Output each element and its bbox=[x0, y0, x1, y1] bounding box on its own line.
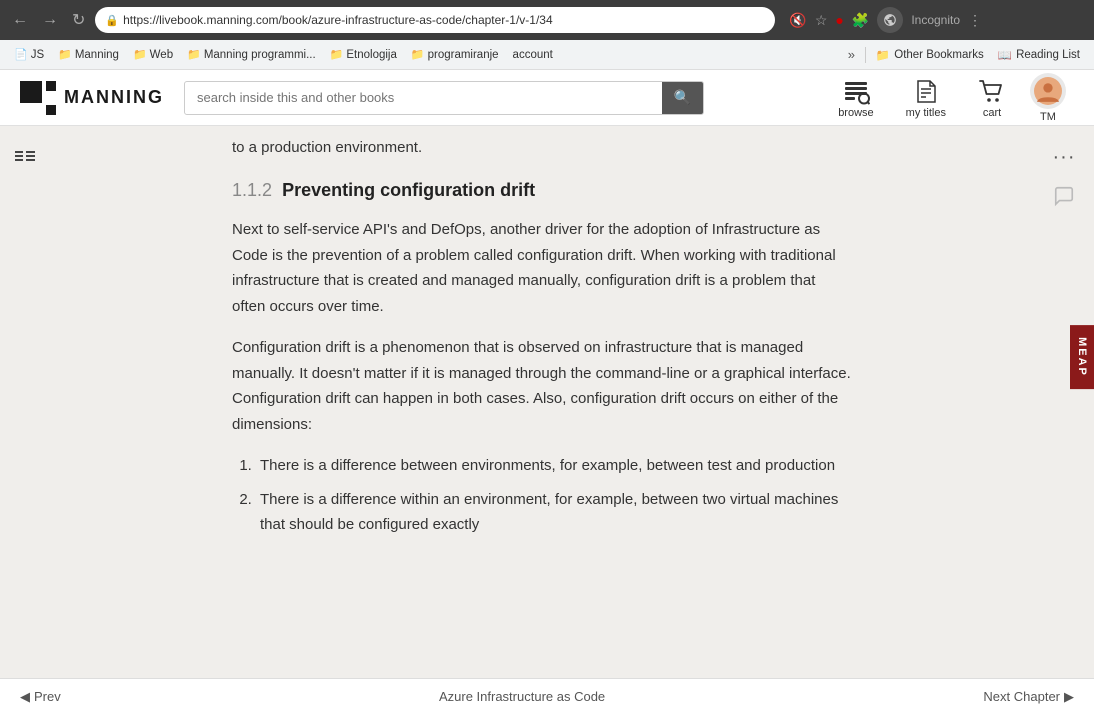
page-layout: to a production environment. 1.1.2 Preve… bbox=[0, 126, 1094, 714]
paragraph2: Configuration drift is a phenomenon that… bbox=[232, 335, 852, 437]
intro-paragraph: to a production environment. bbox=[232, 136, 852, 160]
profile-avatar[interactable] bbox=[877, 7, 903, 33]
prev-button[interactable]: ◀ Prev bbox=[20, 689, 61, 705]
bookmark-web[interactable]: 📁 Web bbox=[127, 45, 179, 64]
web-bookmark-icon: 📁 bbox=[133, 48, 147, 61]
logo-sq-small1 bbox=[46, 81, 56, 91]
bookmarks-bar: 📄 JS 📁 Manning 📁 Web 📁 Manning programmi… bbox=[0, 40, 1094, 70]
bookmark-account-label: account bbox=[513, 49, 553, 61]
prev-label: Prev bbox=[34, 689, 61, 704]
bookmark-manning-programmi[interactable]: 📁 Manning programmi... bbox=[181, 45, 322, 64]
bookmark-etnologija-label: Etnologija bbox=[346, 49, 397, 61]
mute-icon[interactable]: 🔇 bbox=[789, 12, 806, 29]
browser-chrome: ← → ↻ 🔒 https://livebook.manning.com/boo… bbox=[0, 0, 1094, 40]
list-item-2: There is a difference within an environm… bbox=[256, 487, 852, 538]
profile-label: TM bbox=[1040, 111, 1056, 123]
list: There is a difference between environmen… bbox=[256, 453, 852, 538]
search-input[interactable] bbox=[185, 90, 662, 105]
next-label: Next Chapter bbox=[983, 689, 1060, 704]
bookmark-programiranje[interactable]: 📁 programiranje bbox=[405, 45, 505, 64]
etnologija-icon: 📁 bbox=[330, 48, 344, 61]
other-bookmarks-icon: 📁 bbox=[876, 48, 890, 62]
cart-nav-item[interactable]: cart bbox=[962, 77, 1022, 119]
bookmarks-divider bbox=[865, 47, 866, 63]
search-bar: 🔍 bbox=[184, 81, 704, 115]
bookmark-star-icon[interactable]: ☆ bbox=[815, 12, 828, 29]
bookmark-manning-label: Manning bbox=[75, 49, 119, 61]
main-content: to a production environment. 1.1.2 Preve… bbox=[50, 126, 1034, 714]
cart-icon bbox=[978, 77, 1006, 105]
manning-nav: MANNING 🔍 browse bbox=[0, 70, 1094, 126]
bookmarks-more-button[interactable]: » bbox=[842, 44, 861, 65]
search-button[interactable]: 🔍 bbox=[662, 82, 703, 114]
manning-bookmark-icon: 📁 bbox=[58, 48, 72, 61]
section-heading: 1.1.2 Preventing configuration drift bbox=[232, 180, 852, 201]
section-title: Preventing configuration drift bbox=[282, 180, 535, 200]
bookmark-web-label: Web bbox=[150, 49, 173, 61]
my-titles-label: my titles bbox=[906, 107, 946, 119]
back-button[interactable]: ← bbox=[8, 7, 32, 33]
manning-prog-icon: 📁 bbox=[187, 48, 201, 61]
address-bar[interactable]: 🔒 https://livebook.manning.com/book/azur… bbox=[95, 7, 775, 33]
content-area: to a production environment. 1.1.2 Preve… bbox=[232, 126, 852, 714]
url-text: https://livebook.manning.com/book/azure-… bbox=[123, 13, 553, 27]
browser-actions: 🔇 ☆ ● 🧩 Incognito ⋮ bbox=[789, 7, 982, 33]
extension-icon1[interactable]: ● bbox=[835, 12, 843, 28]
profile-nav-item[interactable]: TM bbox=[1022, 73, 1074, 123]
reading-list[interactable]: 📖 Reading List bbox=[992, 45, 1086, 65]
incognito-label: Incognito bbox=[911, 13, 960, 27]
forward-button[interactable]: → bbox=[38, 7, 62, 33]
bookmark-js[interactable]: 📄 JS bbox=[8, 45, 50, 64]
prev-arrow-icon: ◀ bbox=[20, 689, 30, 705]
bottom-bar: ◀ Prev Azure Infrastructure as Code Next… bbox=[0, 678, 1094, 714]
bookmark-js-label: JS bbox=[31, 49, 44, 61]
programiranje-icon: 📁 bbox=[411, 48, 425, 61]
comment-button[interactable] bbox=[1053, 185, 1075, 213]
refresh-button[interactable]: ↻ bbox=[68, 6, 89, 34]
next-chapter-button[interactable]: Next Chapter ▶ bbox=[983, 689, 1074, 705]
next-arrow-icon: ▶ bbox=[1064, 689, 1074, 705]
book-title: Azure Infrastructure as Code bbox=[439, 689, 605, 704]
browse-icon bbox=[842, 77, 870, 105]
reading-list-icon: 📖 bbox=[998, 48, 1012, 62]
bookmark-programiranje-label: programiranje bbox=[428, 49, 499, 61]
other-bookmarks[interactable]: 📁 Other Bookmarks bbox=[870, 45, 990, 65]
extension-icon2[interactable]: 🧩 bbox=[852, 12, 869, 29]
browse-nav-item[interactable]: browse bbox=[822, 77, 889, 119]
browse-label: browse bbox=[838, 107, 873, 119]
lock-icon: 🔒 bbox=[105, 14, 119, 27]
nav-icons: browse my titles cart bbox=[822, 73, 1074, 123]
user-avatar bbox=[1030, 73, 1066, 109]
toc-toggle-button[interactable] bbox=[13, 146, 37, 175]
cart-label: cart bbox=[983, 107, 1001, 119]
logo-sq-large bbox=[20, 81, 42, 103]
menu-icon[interactable]: ⋮ bbox=[968, 12, 982, 29]
bookmark-account[interactable]: account bbox=[507, 46, 559, 64]
more-actions-button[interactable]: ··· bbox=[1053, 146, 1076, 169]
right-sidebar: ··· bbox=[1034, 126, 1094, 714]
paragraph1: Next to self-service API's and DefOps, a… bbox=[232, 217, 852, 319]
logo-squares bbox=[20, 81, 56, 115]
list-item-1: There is a difference between environmen… bbox=[256, 453, 852, 479]
bookmark-manning[interactable]: 📁 Manning bbox=[52, 45, 125, 64]
bookmark-manning-prog-label: Manning programmi... bbox=[204, 49, 316, 61]
logo-text: MANNING bbox=[64, 87, 164, 108]
logo-sq-small2 bbox=[46, 105, 56, 115]
my-titles-nav-item[interactable]: my titles bbox=[890, 77, 962, 119]
sidebar-toggle bbox=[0, 126, 50, 714]
my-titles-icon bbox=[912, 77, 940, 105]
manning-logo[interactable]: MANNING bbox=[20, 81, 164, 115]
js-bookmark-icon: 📄 bbox=[14, 48, 28, 61]
bookmark-etnologija[interactable]: 📁 Etnologija bbox=[324, 45, 403, 64]
section-number: 1.1.2 bbox=[232, 180, 272, 200]
meap-banner[interactable]: MEAP bbox=[1070, 325, 1094, 389]
